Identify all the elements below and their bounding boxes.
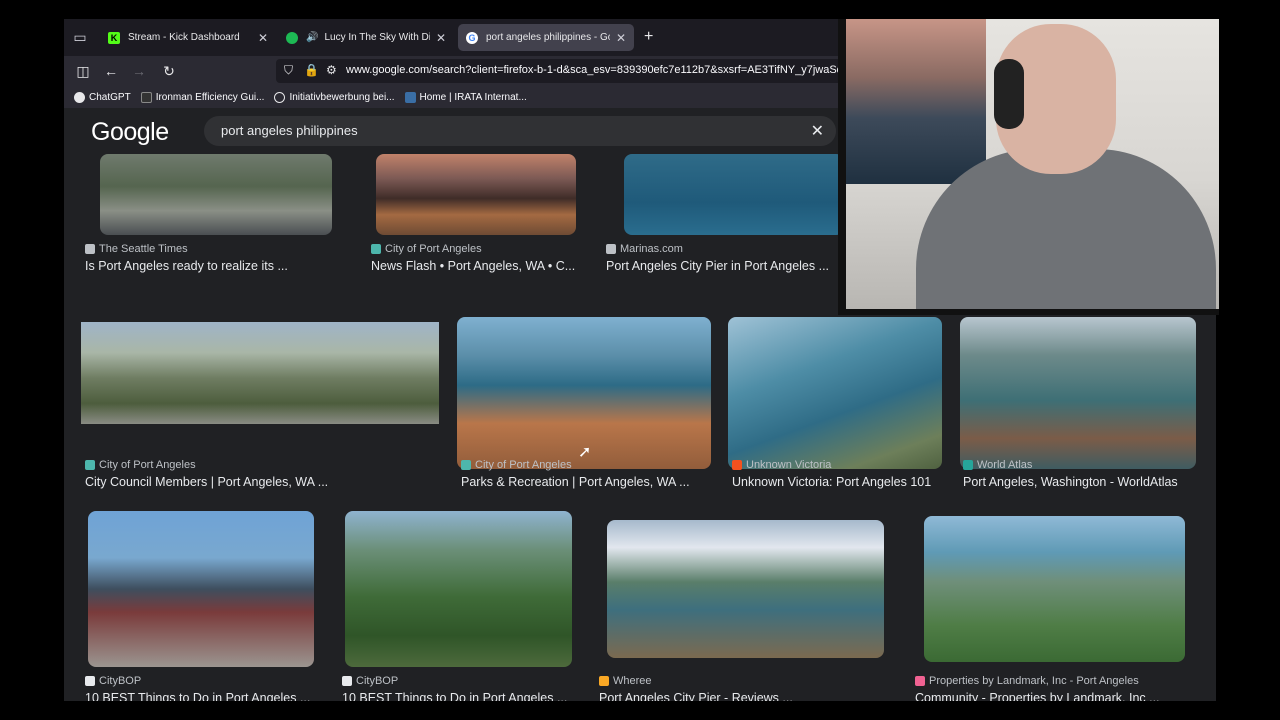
result-image[interactable] <box>81 322 439 424</box>
result-image[interactable] <box>960 317 1196 469</box>
mouse-cursor-icon: ➚ <box>578 444 592 461</box>
tab-list-icon[interactable]: ▭ <box>72 29 88 45</box>
site-favicon-icon <box>599 676 609 686</box>
close-tab-icon[interactable]: ✕ <box>258 31 268 45</box>
result-image[interactable] <box>345 511 572 667</box>
globe-icon <box>274 91 286 103</box>
url-text[interactable]: www.google.com/search?client=firefox-b-1… <box>346 64 843 76</box>
headset-icon <box>994 59 1024 129</box>
tab-title: Lucy In The Sky With Diamo <box>324 32 430 43</box>
search-input[interactable]: port angeles philippines <box>221 123 358 138</box>
site-favicon-icon <box>461 460 471 470</box>
result-source[interactable]: CityBOP <box>342 675 398 687</box>
permissions-icon[interactable]: ⚙ <box>326 63 337 77</box>
result-title[interactable]: Port Angeles City Pier in Port Angeles .… <box>606 259 838 273</box>
irata-icon <box>404 91 416 103</box>
tab-title: port angeles philippines - Goog <box>486 32 610 43</box>
clear-search-icon[interactable]: ✕ <box>811 121 824 141</box>
tab-google-search[interactable]: G port angeles philippines - Goog ✕ <box>458 24 634 51</box>
google-icon: G <box>466 31 478 44</box>
bookmark-label: Initiativbewerbung bei... <box>289 91 395 103</box>
google-logo[interactable]: Google <box>91 118 169 147</box>
new-tab-icon[interactable]: + <box>644 28 653 46</box>
site-favicon-icon <box>606 244 616 254</box>
shield-icon[interactable]: ⛉ <box>284 63 293 78</box>
result-image[interactable] <box>607 520 884 658</box>
site-favicon-icon <box>85 460 95 470</box>
close-tab-icon[interactable]: ✕ <box>616 31 626 45</box>
result-image[interactable] <box>624 154 844 235</box>
result-title[interactable]: Community - Properties by Landmark, Inc … <box>915 691 1195 701</box>
tab-spotify[interactable]: 🔊 Lucy In The Sky With Diamo ✕ <box>278 24 454 51</box>
result-image[interactable] <box>88 511 314 667</box>
bookmark-chatgpt[interactable]: ChatGPT <box>74 91 131 103</box>
result-image[interactable] <box>728 317 942 469</box>
result-title[interactable]: Is Port Angeles ready to realize its ... <box>85 259 355 273</box>
search-box[interactable]: port angeles philippines ✕ <box>204 116 836 146</box>
bookmark-ironman[interactable]: Ironman Efficiency Gui... <box>140 91 265 103</box>
bookmark-label: Home | IRATA Internat... <box>419 91 527 103</box>
bookmark-irata[interactable]: Home | IRATA Internat... <box>404 91 527 103</box>
site-favicon-icon <box>371 244 381 254</box>
bookmark-label: Ironman Efficiency Gui... <box>155 91 265 103</box>
result-source[interactable]: Wheree <box>599 675 652 687</box>
result-title[interactable]: Unknown Victoria: Port Angeles 101 <box>732 475 952 489</box>
result-title[interactable]: 10 BEST Things to Do in Port Angeles ... <box>342 691 582 701</box>
result-title[interactable]: Parks & Recreation | Port Angeles, WA ..… <box>461 475 711 489</box>
sidebar-toggle-icon[interactable]: ◫ <box>74 62 92 80</box>
kick-icon: K <box>108 31 120 44</box>
site-favicon-icon <box>732 460 742 470</box>
reload-icon[interactable]: ↻ <box>160 62 178 80</box>
result-image[interactable] <box>376 154 576 235</box>
site-favicon-icon <box>85 244 95 254</box>
site-favicon-icon <box>915 676 925 686</box>
tab-kick-dashboard[interactable]: K Stream - Kick Dashboard ✕ <box>100 24 276 51</box>
result-title[interactable]: Port Angeles, Washington - WorldAtlas <box>963 475 1208 489</box>
speaker-icon[interactable]: 🔊 <box>306 32 318 43</box>
site-favicon-icon <box>85 676 95 686</box>
result-source[interactable]: Unknown Victoria <box>732 459 831 471</box>
site-favicon-icon <box>963 460 973 470</box>
bookmark-initiativbewerbung[interactable]: Initiativbewerbung bei... <box>274 91 395 103</box>
result-source[interactable]: City of Port Angeles <box>371 243 482 255</box>
webcam-feed <box>846 19 1219 309</box>
result-source[interactable]: Marinas.com <box>606 243 683 255</box>
result-source[interactable]: Properties by Landmark, Inc - Port Angel… <box>915 675 1139 687</box>
result-title[interactable]: City Council Members | Port Angeles, WA … <box>85 475 435 489</box>
result-source[interactable]: City of Port Angeles <box>85 459 196 471</box>
back-icon[interactable]: ← <box>102 62 120 80</box>
lock-icon[interactable]: 🔒 <box>304 63 319 77</box>
site-favicon-icon <box>342 676 352 686</box>
result-image[interactable] <box>924 516 1185 662</box>
result-source[interactable]: CityBOP <box>85 675 141 687</box>
tab-title: Stream - Kick Dashboard <box>128 32 240 43</box>
result-title[interactable]: 10 BEST Things to Do in Port Angeles ... <box>85 691 325 701</box>
bookmark-label: ChatGPT <box>89 91 131 103</box>
result-title[interactable]: Port Angeles City Pier - Reviews ... <box>599 691 849 701</box>
spotify-icon <box>286 31 298 44</box>
result-source[interactable]: World Atlas <box>963 459 1032 471</box>
result-image[interactable] <box>100 154 332 235</box>
webcam-overlay <box>838 19 1219 315</box>
result-source[interactable]: The Seattle Times <box>85 243 188 255</box>
chatgpt-icon <box>74 91 85 103</box>
close-tab-icon[interactable]: ✕ <box>436 31 446 45</box>
result-source[interactable]: City of Port Angeles <box>461 459 572 471</box>
mountain-poster <box>846 19 986 184</box>
forward-icon[interactable]: → <box>130 62 148 80</box>
ironman-icon <box>140 91 152 103</box>
result-title[interactable]: News Flash • Port Angeles, WA • C... <box>371 259 591 273</box>
